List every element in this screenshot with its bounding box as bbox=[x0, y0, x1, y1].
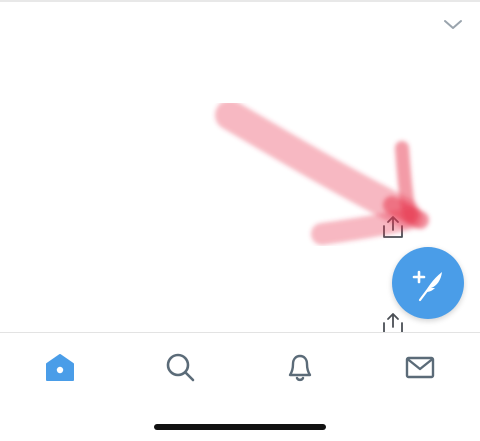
tab-messages[interactable] bbox=[400, 347, 440, 387]
compose-tweet-button[interactable] bbox=[392, 247, 464, 319]
chevron-down-icon[interactable] bbox=[441, 14, 465, 34]
compose-feather-icon bbox=[412, 270, 442, 302]
share-icon[interactable] bbox=[380, 214, 406, 240]
search-icon bbox=[166, 353, 195, 382]
home-indicator bbox=[154, 424, 326, 430]
tab-home[interactable] bbox=[40, 347, 80, 387]
bell-icon bbox=[288, 354, 312, 382]
tab-notifications[interactable] bbox=[280, 347, 320, 387]
mail-icon bbox=[405, 356, 435, 379]
home-icon bbox=[46, 354, 74, 381]
tab-search[interactable] bbox=[160, 347, 200, 387]
bottom-tab-bar bbox=[0, 332, 480, 441]
